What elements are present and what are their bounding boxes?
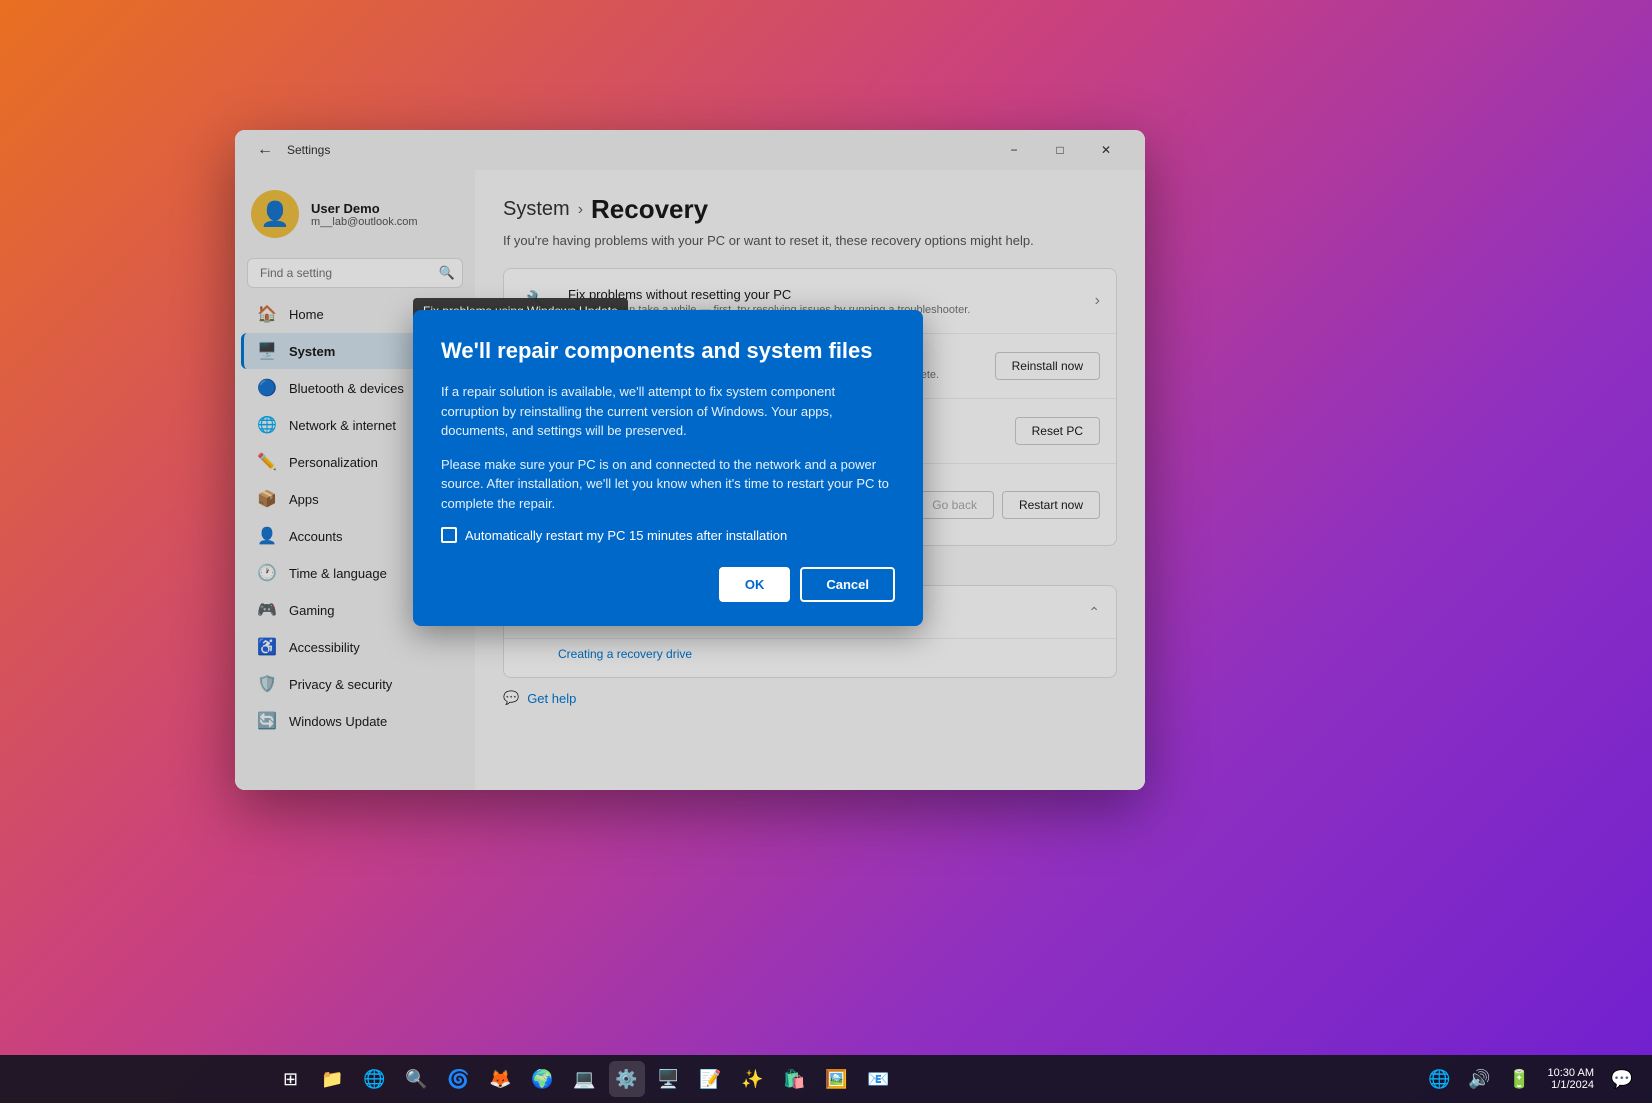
taskbar-network-icon[interactable]: 🌐 [1422,1061,1458,1097]
taskbar-browser-1[interactable]: 🌐 [357,1061,393,1097]
dialog-title: We'll repair components and system files [441,338,895,364]
taskbar-date-display: 1/1/2024 [1551,1079,1594,1091]
dialog-cancel-button[interactable]: Cancel [800,567,895,602]
taskbar-firefox[interactable]: 🦊 [483,1061,519,1097]
repair-dialog: We'll repair components and system files… [413,310,923,626]
taskbar-sound-icon[interactable]: 🔊 [1462,1061,1498,1097]
dialog-ok-button[interactable]: OK [719,567,791,602]
taskbar-notes[interactable]: 📝 [693,1061,729,1097]
taskbar-photos[interactable]: 🖼️ [819,1061,855,1097]
taskbar-battery-icon[interactable]: 🔋 [1502,1061,1538,1097]
auto-restart-label: Automatically restart my PC 15 minutes a… [465,528,787,543]
taskbar-time-display: 10:30 AM [1548,1067,1594,1079]
settings-window: ← Settings − □ ✕ 👤 User Demo m__lab@outl… [235,130,1145,790]
taskbar-store[interactable]: 🛍️ [777,1061,813,1097]
taskbar-cortana[interactable]: ✨ [735,1061,771,1097]
taskbar-terminal[interactable]: 🖥️ [651,1061,687,1097]
taskbar-system-tray: 🌐 🔊 🔋 10:30 AM 1/1/2024 💬 [1422,1061,1640,1097]
auto-restart-checkbox[interactable] [441,527,457,543]
dialog-paragraph-2: Please make sure your PC is on and conne… [441,455,895,514]
taskbar-chrome[interactable]: 🌍 [525,1061,561,1097]
dialog-paragraph-1: If a repair solution is available, we'll… [441,382,895,441]
taskbar-start-button[interactable]: ⊞ [273,1061,309,1097]
taskbar-clock[interactable]: 10:30 AM 1/1/2024 [1542,1067,1600,1091]
taskbar-settings[interactable]: ⚙️ [609,1061,645,1097]
taskbar: ⊞ 📁 🌐 🔍 🌀 🦊 🌍 💻 ⚙️ 🖥️ 📝 ✨ 🛍️ 🖼️ 📧 🌐 🔊 🔋 … [0,1055,1652,1103]
dialog-buttons: OK Cancel [441,567,895,602]
taskbar-mail[interactable]: 📧 [861,1061,897,1097]
dialog-checkbox-row: Automatically restart my PC 15 minutes a… [441,527,895,543]
taskbar-notification[interactable]: 💬 [1604,1061,1640,1097]
taskbar-edge[interactable]: 💻 [567,1061,603,1097]
taskbar-search[interactable]: 🔍 [399,1061,435,1097]
taskbar-center: ⊞ 📁 🌐 🔍 🌀 🦊 🌍 💻 ⚙️ 🖥️ 📝 ✨ 🛍️ 🖼️ 📧 [273,1061,897,1097]
taskbar-widget-1[interactable]: 🌀 [441,1061,477,1097]
taskbar-file-explorer[interactable]: 📁 [315,1061,351,1097]
